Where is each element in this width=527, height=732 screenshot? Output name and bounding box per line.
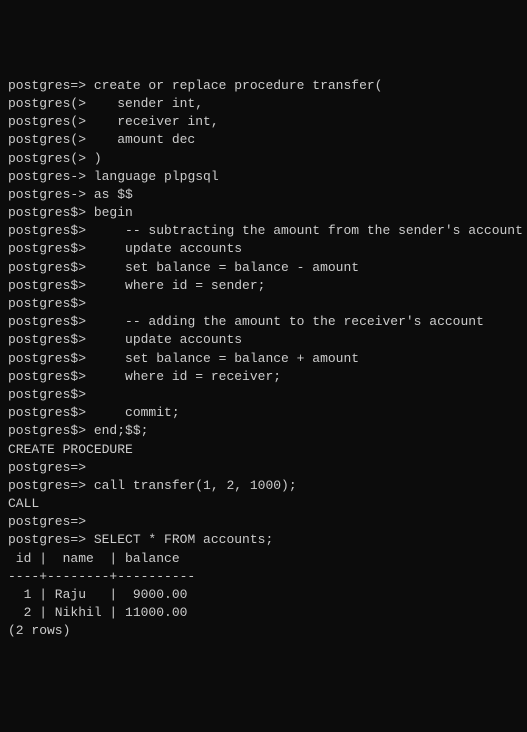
terminal-line: postgres=> (8, 513, 519, 531)
terminal-line: ----+--------+---------- (8, 568, 519, 586)
terminal-line: postgres$> update accounts (8, 240, 519, 258)
command-text: CALL (8, 496, 39, 511)
terminal-line: postgres$> update accounts (8, 331, 519, 349)
command-text: SELECT * FROM accounts; (94, 532, 273, 547)
terminal-line: postgres$> end;$$; (8, 422, 519, 440)
command-text: -- adding the amount to the receiver's a… (125, 314, 484, 329)
prompt-text: postgres$> (8, 278, 125, 293)
prompt-text: postgres$> (8, 296, 86, 311)
terminal-line: 1 | Raju | 9000.00 (8, 586, 519, 604)
terminal-line: postgres$> set balance = balance + amoun… (8, 350, 519, 368)
command-text: CREATE PROCEDURE (8, 442, 133, 457)
terminal-line: postgres$> (8, 386, 519, 404)
terminal-output: postgres=> create or replace procedure t… (8, 77, 519, 641)
command-text: id | name | balance (8, 551, 180, 566)
terminal-line: postgres-> as $$ (8, 186, 519, 204)
command-text: receiver int, (117, 114, 218, 129)
prompt-text: postgres$> (8, 260, 125, 275)
prompt-text: postgres=> (8, 460, 86, 475)
command-text: where id = receiver; (125, 369, 281, 384)
terminal-line: postgres$> where id = sender; (8, 277, 519, 295)
terminal-line: postgres(> ) (8, 150, 519, 168)
prompt-text: postgres$> (8, 241, 125, 256)
terminal-line: postgres$> (8, 295, 519, 313)
prompt-text: postgres$> (8, 387, 86, 402)
command-text: commit; (125, 405, 180, 420)
terminal-line: postgres(> receiver int, (8, 113, 519, 131)
command-text: amount dec (117, 132, 195, 147)
command-text: language plpgsql (94, 169, 219, 184)
command-text: -- subtracting the amount from the sende… (125, 223, 523, 238)
command-text: update accounts (125, 241, 242, 256)
terminal-line: id | name | balance (8, 550, 519, 568)
prompt-text: postgres(> (8, 132, 117, 147)
command-text: (2 rows) (8, 623, 70, 638)
prompt-text: postgres-> (8, 187, 94, 202)
terminal-line: postgres$> -- subtracting the amount fro… (8, 222, 519, 240)
prompt-text: postgres$> (8, 351, 125, 366)
command-text: set balance = balance + amount (125, 351, 359, 366)
prompt-text: postgres$> (8, 369, 125, 384)
terminal-line: postgres-> language plpgsql (8, 168, 519, 186)
terminal-line: postgres=> (8, 459, 519, 477)
prompt-text: postgres(> (8, 96, 117, 111)
prompt-text: postgres=> (8, 478, 94, 493)
prompt-text: postgres$> (8, 423, 94, 438)
command-text: where id = sender; (125, 278, 265, 293)
command-text: end;$$; (94, 423, 149, 438)
command-text: sender int, (117, 96, 203, 111)
command-text: ----+--------+---------- (8, 569, 195, 584)
command-text: update accounts (125, 332, 242, 347)
prompt-text: postgres$> (8, 314, 125, 329)
terminal-line: postgres$> commit; (8, 404, 519, 422)
prompt-text: postgres$> (8, 223, 125, 238)
terminal-line: CALL (8, 495, 519, 513)
prompt-text: postgres=> (8, 532, 94, 547)
command-text: as $$ (94, 187, 133, 202)
command-text: 2 | Nikhil | 11000.00 (8, 605, 187, 620)
prompt-text: postgres$> (8, 205, 94, 220)
terminal-line: postgres$> -- adding the amount to the r… (8, 313, 519, 331)
terminal-line: postgres(> sender int, (8, 95, 519, 113)
command-text: begin (94, 205, 133, 220)
command-text: set balance = balance - amount (125, 260, 359, 275)
command-text: call transfer(1, 2, 1000); (94, 478, 297, 493)
prompt-text: postgres=> (8, 514, 86, 529)
terminal-line: postgres(> amount dec (8, 131, 519, 149)
prompt-text: postgres(> (8, 114, 117, 129)
terminal-line: (2 rows) (8, 622, 519, 640)
prompt-text: postgres$> (8, 332, 125, 347)
prompt-text: postgres-> (8, 169, 94, 184)
terminal-line: postgres$> set balance = balance - amoun… (8, 259, 519, 277)
terminal-line: CREATE PROCEDURE (8, 441, 519, 459)
prompt-text: postgres(> (8, 151, 94, 166)
terminal-line: postgres=> SELECT * FROM accounts; (8, 531, 519, 549)
terminal-line: postgres=> call transfer(1, 2, 1000); (8, 477, 519, 495)
prompt-text: postgres$> (8, 405, 125, 420)
terminal-line: postgres$> begin (8, 204, 519, 222)
command-text: create or replace procedure transfer( (94, 78, 383, 93)
terminal-line: postgres$> where id = receiver; (8, 368, 519, 386)
terminal-line: 2 | Nikhil | 11000.00 (8, 604, 519, 622)
command-text: ) (94, 151, 102, 166)
command-text: 1 | Raju | 9000.00 (8, 587, 187, 602)
terminal-line: postgres=> create or replace procedure t… (8, 77, 519, 95)
prompt-text: postgres=> (8, 78, 94, 93)
